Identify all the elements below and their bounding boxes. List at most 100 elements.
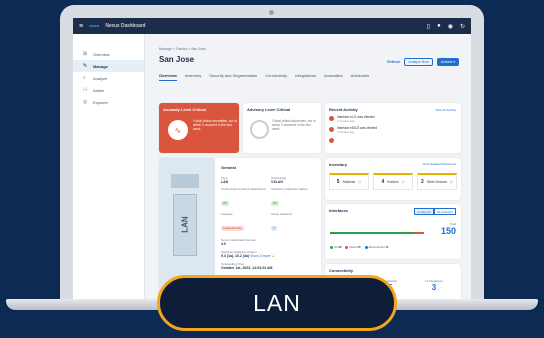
help-icon[interactable]: ◉ (448, 23, 453, 30)
legend-up: Up 98 (330, 245, 341, 249)
sidebar-item-label: Manage (93, 63, 108, 69)
field-value: 9.3 (1a), 10.2 (3a) Show 3 more ▲ (221, 254, 317, 258)
tablet-icon[interactable]: ▯ (427, 23, 430, 30)
inventory-label: Other Devices (426, 180, 447, 184)
view-all-activity-link[interactable]: View All Activity (435, 108, 456, 112)
inventory-routers[interactable]: 4 Routers ⛉ (373, 173, 413, 190)
legend-dot (330, 245, 333, 249)
field-type: Type LAN (221, 176, 267, 184)
alert-icon (329, 115, 334, 121)
toggle-configured[interactable]: Configured (414, 208, 434, 215)
sidebar-item-label: Explorer (93, 99, 108, 105)
tab-bar: Overview Inventory Security and Segmenta… (159, 73, 369, 81)
view-resources-link[interactable]: View Detailed Resources (423, 162, 456, 166)
compass-icon: ◎ (83, 99, 88, 105)
general-details: General Type LAN Technology VXLAN Connecti… (221, 165, 317, 270)
show-more-link[interactable]: Show 3 more (250, 254, 271, 258)
activity-item[interactable] (329, 137, 457, 143)
status-badge: OK (221, 200, 230, 206)
field-nd-version: Nexus Dashboard Version 4.0 (221, 238, 317, 246)
field-capacity: Capacity Crossed Limits (221, 212, 267, 234)
activity-item[interactable]: Interface e1/1 was deleted 2 minutes ago (329, 115, 457, 123)
inventory-row: 5 Switches ⛉ 4 Routers ⛉ 2 Other Devices ⛉ (329, 173, 457, 190)
sidebar-item-overview[interactable]: ⊞ Overview (73, 48, 144, 60)
tab-integrations[interactable]: Integrations (295, 73, 316, 81)
field-value: LAN (221, 180, 229, 184)
tab-inventory[interactable]: Inventory (185, 73, 201, 81)
wrench-icon: ✎ (83, 63, 88, 69)
activity-time: 2 minutes ago (337, 119, 355, 123)
legend-label: Admin Down (368, 245, 385, 249)
sidebar-item-label: Admin (93, 87, 105, 93)
user-icon[interactable]: ● (437, 23, 441, 30)
header-icons: ▯ ● ◉ ↻ (427, 23, 465, 30)
top-actions: Refresh Analyze Now Actions ▾ (387, 58, 459, 66)
analyze-now-button[interactable]: Analyze Now (404, 58, 433, 66)
breadcrumb[interactable]: Manage > Fabrics > San Jose (159, 47, 206, 51)
sidebar-item-manage[interactable]: ✎ Manage (73, 60, 144, 72)
toggle-all-interfaces[interactable]: All Interfaces (433, 208, 456, 215)
field-connectivity: Connectivity to Nexus Dashboard OK (221, 187, 267, 209)
activity-item[interactable]: Interface e8/1/3 was deleted 5 minutes ag… (329, 126, 457, 134)
app-header: ≡ cisco Nexus Dashboard ▯ ● ◉ ↻ (73, 18, 471, 34)
anomaly-card[interactable]: Anomaly Level Critical ∿ 4 total critica… (159, 103, 239, 153)
sidebar-item-label: Analyze (93, 75, 108, 81)
grid-icon: ⊞ (83, 51, 88, 57)
connectivity-l3-neighbors[interactable]: L3 Neighbors 3 (425, 279, 443, 292)
heartbeat-icon: ∿ (168, 120, 188, 140)
warning-icon: ⛉ (358, 179, 362, 185)
laptop-screen: ≡ cisco Nexus Dashboard ▯ ● ◉ ↻ ⊞ Overvie… (73, 18, 471, 301)
app-title: Nexus Dashboard (105, 23, 146, 29)
tab-advisories[interactable]: Advisories (351, 73, 369, 81)
inventory-count: 4 (381, 179, 385, 185)
tab-anomalies[interactable]: Anomalies (324, 73, 343, 81)
legend-label: Down (349, 245, 357, 249)
search-icon: ⌕ (83, 75, 86, 81)
anomaly-text: 4 total critical anomalies, out of which… (193, 119, 237, 132)
advisory-card[interactable]: Advisory Level Critical 2 total critical… (243, 103, 321, 153)
field-label: Telemetry Collection Status (271, 187, 308, 191)
connectivity-title: Connectivity (329, 268, 354, 273)
field-label: Capacity (221, 212, 233, 216)
inventory-label: Routers (387, 180, 399, 184)
warning-icon: ⛉ (401, 179, 405, 185)
tab-connectivity[interactable]: Connectivity (265, 73, 287, 81)
legend-down: Down 36 (345, 245, 361, 249)
advisory-title: Advisory Level Critical (247, 107, 291, 112)
general-title: General (221, 165, 236, 170)
cisco-logo: cisco (89, 23, 100, 28)
inventory-other[interactable]: 2 Other Devices ⛉ (417, 173, 457, 190)
inventory-label: Switches (342, 180, 356, 184)
actions-button[interactable]: Actions ▾ (436, 58, 459, 66)
inventory-count: 5 (336, 179, 340, 185)
general-grid: Type LAN Technology VXLAN Connectivity to … (221, 176, 317, 234)
laptop-lid: ≡ cisco Nexus Dashboard ▯ ● ◉ ↻ ⊞ Overvie… (60, 5, 484, 305)
status-badge[interactable]: 3 (271, 225, 277, 231)
sidebar-item-explorer[interactable]: ◎ Explorer (73, 96, 144, 108)
warning-icon: ▲ (271, 254, 276, 258)
software-version-text: 9.3 (1a), 10.2 (3a) (221, 254, 250, 258)
inventory-card: Inventory View Detailed Resources 5 Switc… (325, 158, 461, 200)
menu-icon[interactable]: ≡ (79, 23, 83, 30)
sidebar-item-analyze[interactable]: ⌕ Analyze (73, 72, 144, 84)
field-onboarding-time: Onboarding Time October 1st, 2023, 14:03:… (221, 262, 317, 270)
legend-value: 16 (385, 245, 389, 249)
alert-icon (329, 126, 334, 132)
sidebar-item-admin[interactable]: ⚇ Admin (73, 84, 144, 96)
advisory-ring-icon (250, 120, 269, 139)
interfaces-bar-down (414, 232, 424, 234)
legend-value: 36 (357, 245, 361, 249)
tab-overview[interactable]: Overview (159, 73, 177, 81)
refresh-icon[interactable]: ↻ (460, 23, 465, 30)
field-telemetry: Telemetry Collection Status OK (271, 187, 317, 209)
switch-graphic (171, 174, 199, 188)
legend-value: 98 (338, 245, 342, 249)
tab-security[interactable]: Security and Segmentation (209, 73, 257, 81)
refresh-button[interactable]: Refresh (387, 60, 400, 64)
status-badge[interactable]: Crossed Limits (221, 225, 244, 231)
sidebar-item-label: Overview (93, 51, 110, 57)
field-sessions: Active Sessions 3 (271, 212, 317, 234)
inventory-switches[interactable]: 5 Switches ⛉ (329, 173, 369, 190)
field-value: October 1st, 2023, 14:03:23 AM (221, 266, 273, 270)
field-value: 4.0 (221, 242, 226, 246)
